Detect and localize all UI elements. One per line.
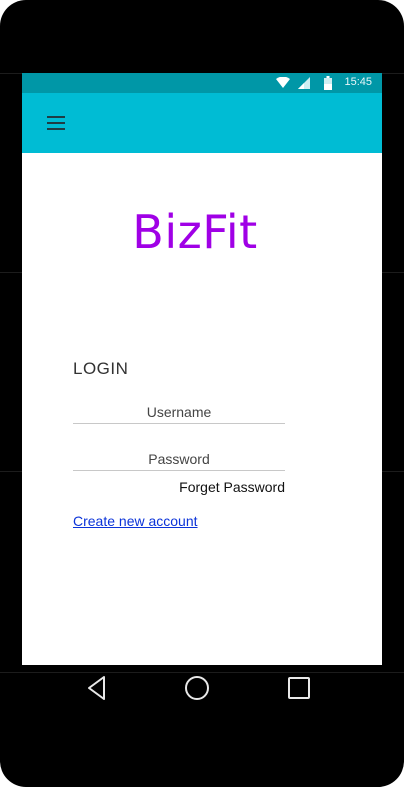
- home-icon[interactable]: [182, 675, 212, 701]
- recents-icon[interactable]: [284, 675, 314, 701]
- forget-password-link[interactable]: Forget Password: [73, 479, 285, 495]
- app-logo-title: BizFit: [132, 205, 258, 259]
- system-nav-bar: [22, 665, 382, 713]
- app-screen: 15:45 BizFit LOGIN Forget Password Creat…: [22, 73, 382, 665]
- battery-icon: [324, 76, 332, 90]
- status-bar: 15:45: [22, 73, 382, 93]
- app-bar: [22, 93, 382, 153]
- hamburger-menu-icon[interactable]: [40, 109, 72, 137]
- password-input[interactable]: [73, 448, 285, 471]
- back-icon[interactable]: [82, 675, 112, 701]
- login-title: LOGIN: [73, 359, 129, 378]
- signal-icon: [298, 77, 310, 89]
- wifi-icon: [276, 77, 290, 88]
- create-account-link[interactable]: Create new account: [73, 513, 198, 529]
- device-frame: 15:45 BizFit LOGIN Forget Password Creat…: [0, 0, 404, 787]
- username-input[interactable]: [73, 401, 285, 424]
- status-time: 15:45: [344, 76, 372, 88]
